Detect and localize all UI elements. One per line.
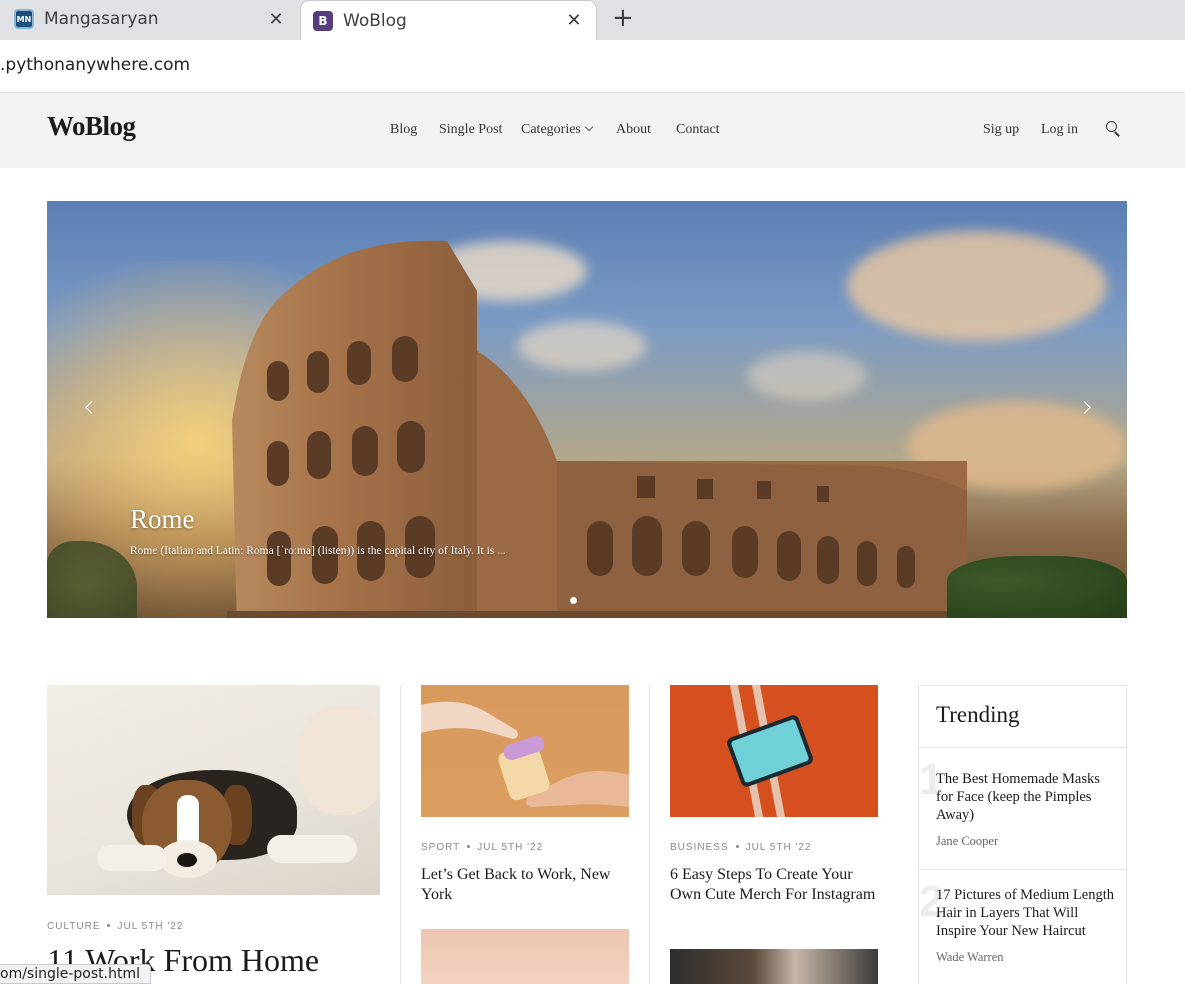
post-category[interactable]: Business <box>670 842 729 853</box>
carousel-caption-text: Rome (Italian and Latin: Roma [ˈroːma] (… <box>130 545 506 557</box>
nav-login[interactable]: Log in <box>1041 122 1078 138</box>
nav-contact[interactable]: Contact <box>676 122 720 138</box>
post-image-street[interactable] <box>670 949 878 984</box>
bootstrap-favicon-icon: B <box>313 10 333 31</box>
trending-item[interactable]: 1 The Best Homemade Masks for Face (keep… <box>919 748 1126 870</box>
close-tab-icon[interactable]: ✕ <box>562 10 586 31</box>
carousel-caption-title: Rome <box>130 504 195 534</box>
trending-sidebar: Trending 1 The Best Homemade Masks for F… <box>918 685 1127 984</box>
trending-author[interactable]: Jane Cooper <box>936 834 1114 849</box>
colosseum-image <box>227 240 967 618</box>
site-header: WoBlog Blog Single Post Categories About… <box>0 93 1185 168</box>
post-image-cake[interactable] <box>421 685 629 817</box>
trending-heading: Trending <box>919 686 1126 748</box>
close-tab-icon[interactable]: ✕ <box>264 9 288 30</box>
trees-decoration <box>947 556 1127 618</box>
nav-categories-label: Categories <box>521 122 581 137</box>
nav-categories[interactable]: Categories <box>521 122 594 138</box>
post-image-dog[interactable] <box>47 685 380 895</box>
trending-author[interactable]: Wade Warren <box>936 950 1114 965</box>
post-date: Jul 5th '22 <box>477 842 544 853</box>
nav-about[interactable]: About <box>616 122 651 138</box>
post-title[interactable]: 6 Easy Steps To Create Your Own Cute Mer… <box>670 865 880 905</box>
post-date: Jul 5th '22 <box>117 921 184 932</box>
post-date: Jul 5th '22 <box>745 842 812 853</box>
browser-tab-mangasaryan[interactable]: MN Mangasaryan ✕ <box>0 0 298 38</box>
url-text[interactable]: .pythonanywhere.com <box>0 55 190 75</box>
post-category[interactable]: Sport <box>421 842 460 853</box>
browser-tab-bar: MN Mangasaryan ✕ B WoBlog ✕ + <box>0 0 1185 40</box>
carousel-indicator[interactable] <box>570 597 577 604</box>
browser-tab-woblog[interactable]: B WoBlog ✕ <box>300 0 597 40</box>
site-logo[interactable]: WoBlog <box>47 111 136 142</box>
hero-carousel: Rome Rome (Italian and Latin: Roma [ˈroː… <box>47 201 1127 618</box>
post-category[interactable]: Culture <box>47 921 100 932</box>
address-bar[interactable]: .pythonanywhere.com <box>0 40 1185 113</box>
new-tab-plus-icon[interactable]: + <box>612 4 634 32</box>
tab-title: Mangasaryan <box>44 9 159 29</box>
column-divider <box>649 685 650 984</box>
post-title[interactable]: Let’s Get Back to Work, New York <box>421 865 631 905</box>
post-image-tablet[interactable] <box>670 685 878 817</box>
trending-title[interactable]: 17 Pictures of Medium Length Hair in Lay… <box>936 886 1114 940</box>
trending-title[interactable]: The Best Homemade Masks for Face (keep t… <box>936 770 1114 824</box>
nav-single-post[interactable]: Single Post <box>439 122 502 138</box>
status-link-preview: om/single-post.html <box>0 964 151 984</box>
search-icon[interactable] <box>1106 121 1121 137</box>
mangasaryan-favicon-icon: MN <box>14 9 34 29</box>
trending-item[interactable]: 2 17 Pictures of Medium Length Hair in L… <box>919 870 1126 984</box>
post-image-pink[interactable] <box>421 929 629 984</box>
post-meta: Culture Jul 5th '22 <box>47 921 183 932</box>
nav-signup[interactable]: Sig up <box>983 122 1019 138</box>
tab-title: WoBlog <box>343 10 407 31</box>
nav-blog[interactable]: Blog <box>390 122 417 138</box>
post-meta: Sport Jul 5th '22 <box>421 842 543 853</box>
column-divider <box>400 685 401 984</box>
post-meta: Business Jul 5th '22 <box>670 842 811 853</box>
chevron-down-icon <box>584 122 594 132</box>
